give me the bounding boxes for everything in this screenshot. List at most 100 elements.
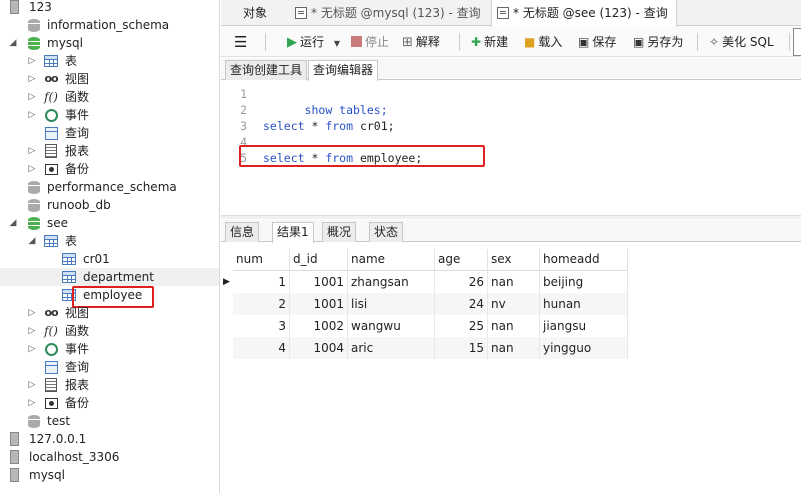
table-cell[interactable]: 3 [233,315,290,337]
table-cell[interactable]: jiangsu [540,315,628,337]
column-header[interactable]: d_id [290,249,348,270]
collapsed-arrow-icon[interactable]: ▷ [27,70,37,88]
tab-objects[interactable]: 对象 [243,0,303,26]
tab-query-see[interactable]: * 无标题 @see (123) - 查询 [491,0,677,27]
tab-label: * 无标题 @see (123) - 查询 [513,6,668,20]
main-pane: 对象 * 无标题 @mysql (123) - 查询 * 无标题 @see (1… [221,0,801,493]
collapsed-arrow-icon[interactable]: ▷ [27,376,37,394]
tree-item-mysql-views[interactable]: ▷ oo 视图 [0,70,219,88]
beautify-sql-button[interactable]: ✧ 美化 SQL [709,27,774,57]
stop-button[interactable]: 停止 [351,27,389,57]
tree-item-mysql-reports[interactable]: ▷ 报表 [0,142,219,160]
table-cell[interactable]: hunan [540,293,628,315]
tree-item-see[interactable]: ◢ see [0,214,219,232]
column-header[interactable]: sex [488,249,540,270]
tab-profile[interactable]: 概况 [322,222,357,242]
explain-button[interactable]: ⊞ 解释 [402,27,440,57]
dropdown-arrow-icon[interactable]: ▼ [334,39,340,48]
table-cell[interactable]: 1004 [290,337,348,359]
tree-item-information-schema[interactable]: information_schema [0,16,219,34]
collapsed-arrow-icon[interactable]: ▷ [27,340,37,358]
tree-item-mysql-tables[interactable]: ▷ 表 [0,52,219,70]
toolbar-overflow-button[interactable] [793,28,801,56]
tree-item-mysql-backups[interactable]: ▷ 备份 [0,160,219,178]
tree-item-see-events[interactable]: ▷ 事件 [0,340,219,358]
tab-result1[interactable]: 结果1 [272,222,314,243]
table-row[interactable]: 1 1001 zhangsan 26 nan beijing [233,271,628,293]
expanded-arrow-icon[interactable]: ◢ [8,214,18,232]
tree-item-mysql-functions[interactable]: ▷ f() 函数 [0,88,219,106]
tree-item-mysql[interactable]: ◢ mysql [0,34,219,52]
tab-info[interactable]: 信息 [225,222,260,242]
tree-item-runoob-db[interactable]: runoob_db [0,196,219,214]
column-header[interactable]: num [233,249,290,270]
collapsed-arrow-icon[interactable]: ▷ [27,142,37,160]
table-cell[interactable]: nan [488,271,540,293]
table-cell[interactable]: zhangsan [348,271,435,293]
column-header[interactable]: homeadd [540,249,628,270]
tree-item-see-reports[interactable]: ▷ 报表 [0,376,219,394]
tree-item-see-views[interactable]: ▷ oo 视图 [0,304,219,322]
tab-query-builder[interactable]: 查询创建工具 [225,60,308,80]
tree-item-mysql-events[interactable]: ▷ 事件 [0,106,219,124]
tree-item-table-cr01[interactable]: cr01 [0,250,219,268]
table-cell[interactable]: wangwu [348,315,435,337]
table-cell[interactable]: yingguo [540,337,628,359]
table-row[interactable]: 4 1004 aric 15 nan yingguo [233,337,628,359]
tree-item-performance-schema[interactable]: performance_schema [0,178,219,196]
load-button[interactable]: ■ 载入 [524,27,562,57]
column-header[interactable]: name [348,249,435,270]
collapsed-arrow-icon[interactable]: ▷ [27,88,37,106]
tab-status[interactable]: 状态 [369,222,404,242]
collapsed-arrow-icon[interactable]: ▷ [27,106,37,124]
table-row[interactable]: 3 1002 wangwu 25 nan jiangsu [233,315,628,337]
tab-query-editor[interactable]: 查询编辑器 [308,60,379,81]
table-cell[interactable]: 1 [233,271,290,293]
tree-item-table-department[interactable]: department [0,268,219,286]
collapsed-arrow-icon[interactable]: ▷ [27,322,37,340]
tree-item-connection-127[interactable]: 127.0.0.1 [0,430,219,448]
tab-query-mysql[interactable]: * 无标题 @mysql (123) - 查询 [295,0,495,26]
table-cell[interactable]: 15 [435,337,488,359]
save-as-button[interactable]: ▣ 另存为 [633,27,683,57]
splitter[interactable] [221,215,801,219]
tree-item-see-queries[interactable]: 查询 [0,358,219,376]
table-row[interactable]: 2 1001 lisi 24 nv hunan [233,293,628,315]
table-cell[interactable]: beijing [540,271,628,293]
tree-item-mysql-queries[interactable]: 查询 [0,124,219,142]
tree-item-label: 视图 [65,306,90,320]
column-header[interactable]: age [435,249,488,270]
collapsed-arrow-icon[interactable]: ▷ [27,160,37,178]
tree-item-see-backups[interactable]: ▷ 备份 [0,394,219,412]
table-cell[interactable]: 26 [435,271,488,293]
table-cell[interactable]: 1001 [290,271,348,293]
tree-item-connection-123[interactable]: 123 [0,0,219,16]
table-cell[interactable]: 1001 [290,293,348,315]
save-button[interactable]: ▣ 保存 [578,27,616,57]
table-cell[interactable]: lisi [348,293,435,315]
expanded-arrow-icon[interactable]: ◢ [27,232,37,250]
table-cell[interactable]: nan [488,315,540,337]
table-cell[interactable]: 25 [435,315,488,337]
collapsed-arrow-icon[interactable]: ▷ [27,52,37,70]
sql-editor[interactable]: 1 2 3 4 5 show tables; select * from cr0… [221,81,801,215]
tree-item-see-tables[interactable]: ◢ 表 [0,232,219,250]
run-button[interactable]: ▶ 运行 ▼ [287,27,340,57]
result-grid[interactable]: num d_id name age sex homeadd ▶ 1 1001 z… [221,247,801,493]
table-cell[interactable]: nan [488,337,540,359]
tree-item-connection-mysql[interactable]: mysql [0,466,219,484]
new-button[interactable]: ✚ 新建 [471,27,508,57]
table-cell[interactable]: aric [348,337,435,359]
table-cell[interactable]: 2 [233,293,290,315]
table-cell[interactable]: nv [488,293,540,315]
collapsed-arrow-icon[interactable]: ▷ [27,394,37,412]
tree-item-connection-localhost[interactable]: localhost_3306 [0,448,219,466]
tree-item-test[interactable]: test [0,412,219,430]
table-cell[interactable]: 1002 [290,315,348,337]
menu-button[interactable]: ☰ [234,27,247,57]
tree-item-see-functions[interactable]: ▷ f() 函数 [0,322,219,340]
collapsed-arrow-icon[interactable]: ▷ [27,304,37,322]
table-cell[interactable]: 4 [233,337,290,359]
table-cell[interactable]: 24 [435,293,488,315]
expanded-arrow-icon[interactable]: ◢ [8,34,18,52]
